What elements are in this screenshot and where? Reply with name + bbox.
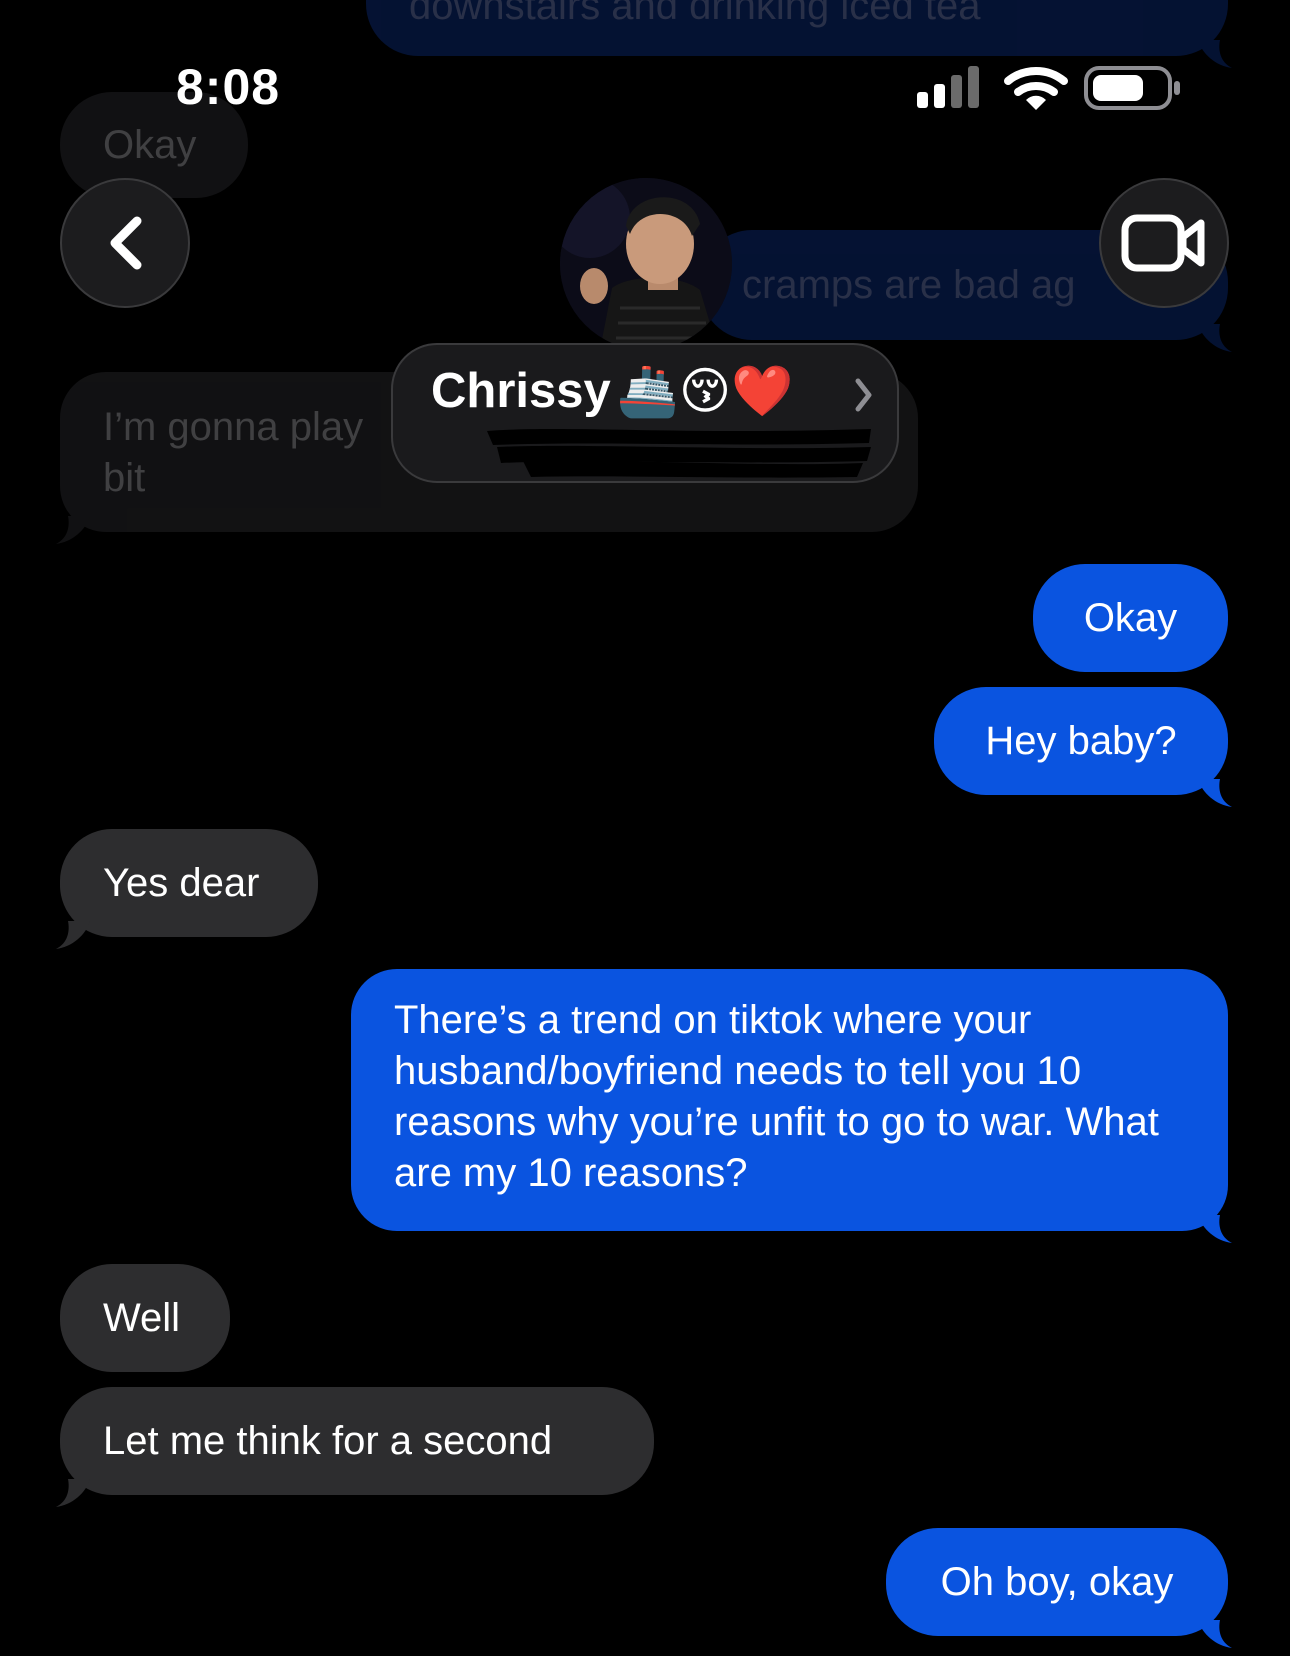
- message-outgoing[interactable]: Hey baby?: [934, 687, 1232, 807]
- message-outgoing[interactable]: There’s a trend on tiktok where your hus…: [351, 969, 1232, 1243]
- chevron-left-icon: [110, 216, 142, 270]
- bubble-tail: [1198, 324, 1232, 352]
- faded-outgoing-message: downstairs and drinking iced tea: [366, 0, 1232, 68]
- bubble-tail: [1198, 1215, 1232, 1243]
- message-outgoing[interactable]: Okay: [1033, 564, 1228, 672]
- message-text: Oh boy, okay: [940, 1559, 1174, 1604]
- facetime-video-button[interactable]: [1099, 178, 1229, 308]
- message-text: Hey baby?: [985, 718, 1177, 763]
- contact-name-pill[interactable]: Chrissy 🚢😚❤️: [391, 343, 899, 483]
- chevron-right-icon: [855, 378, 872, 412]
- message-text: Yes dear: [103, 860, 260, 905]
- cellular-signal-icon: [917, 66, 979, 108]
- bubble-tail: [1198, 1620, 1232, 1648]
- bubble-tail: [56, 921, 90, 949]
- bubble-tail: [56, 1479, 90, 1507]
- bubble-tail: [1198, 779, 1232, 807]
- contact-name-emoji: 🚢😚❤️: [616, 362, 794, 420]
- redaction-scribble: [487, 429, 871, 478]
- message-incoming[interactable]: Let me think for a second: [56, 1387, 654, 1507]
- message-outgoing[interactable]: Oh boy, okay: [886, 1528, 1232, 1648]
- conversation-screen: downstairs and drinking iced tea Okay cr…: [0, 0, 1290, 1656]
- faded-outgoing-text: downstairs and drinking iced tea: [409, 0, 981, 28]
- bubble-tail: [1198, 40, 1232, 68]
- message-text: Let me think for a second: [103, 1418, 553, 1463]
- contact-avatar[interactable]: [560, 178, 732, 350]
- faded-incoming-okay-text: Okay: [103, 122, 197, 167]
- message-text: There’s a trend on tiktok where your hus…: [394, 998, 1159, 1195]
- faded-outgoing-cramps-text: cramps are bad ag: [742, 262, 1076, 307]
- wifi-icon: [1004, 67, 1068, 110]
- bubble-tail: [56, 516, 90, 544]
- message-text: Okay: [1083, 595, 1178, 640]
- status-time: 8:08: [176, 59, 281, 115]
- back-button[interactable]: [60, 178, 190, 308]
- contact-name: Chrissy: [431, 364, 611, 418]
- contact-name-row: Chrissy 🚢😚❤️: [431, 361, 793, 421]
- message-text: Well: [103, 1295, 181, 1340]
- message-incoming[interactable]: Well: [60, 1264, 230, 1372]
- status-icons: [917, 66, 1180, 110]
- battery-icon: [1084, 66, 1180, 110]
- message-incoming[interactable]: Yes dear: [56, 829, 318, 949]
- video-camera-icon: [1121, 214, 1205, 272]
- avatar-photo: [560, 178, 732, 350]
